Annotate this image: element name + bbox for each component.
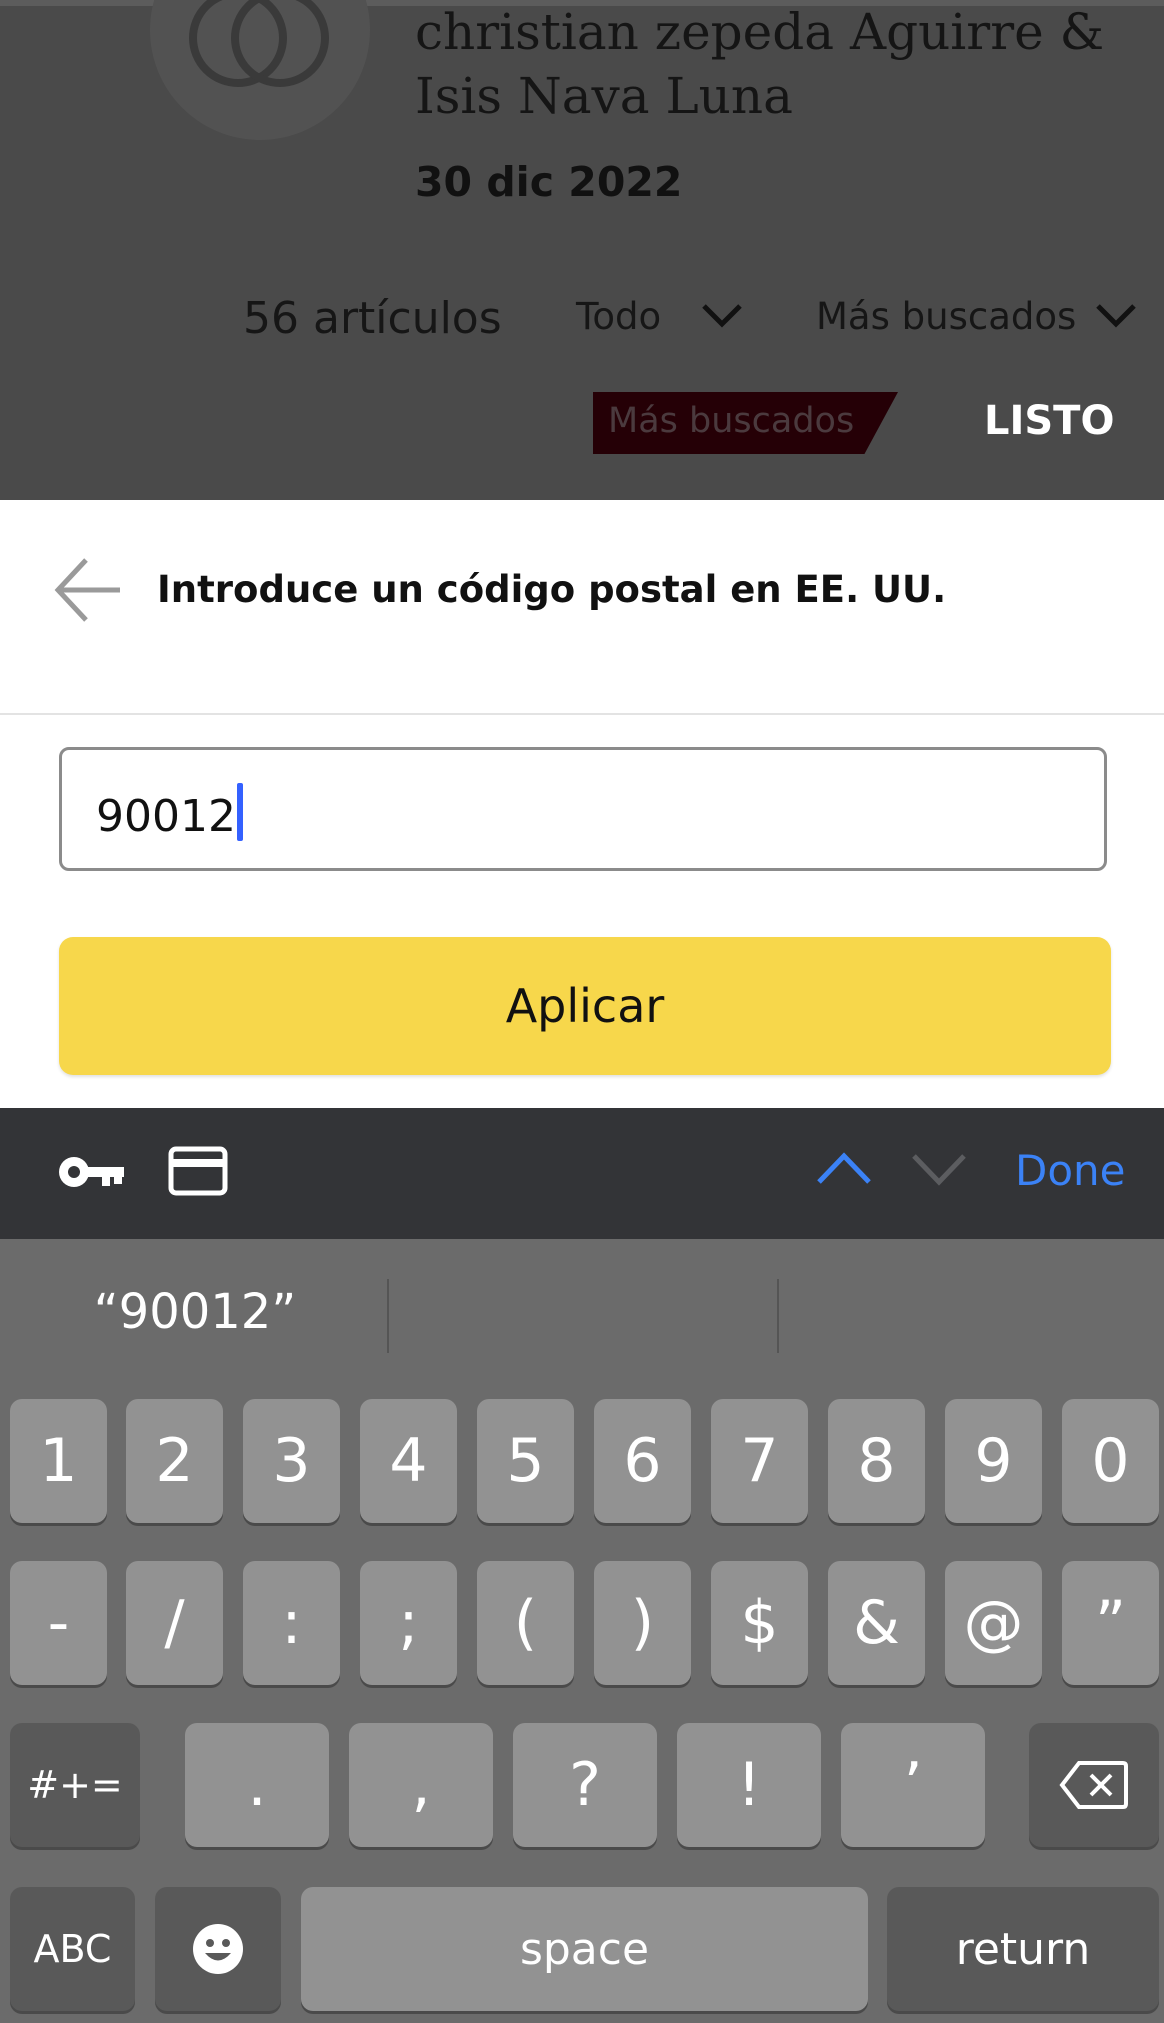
apply-button[interactable]: Aplicar (59, 937, 1111, 1075)
delete-icon (1059, 1761, 1128, 1809)
key-comma[interactable]: , (349, 1723, 493, 1847)
key-at[interactable]: @ (945, 1561, 1042, 1685)
chevron-down-icon[interactable] (700, 302, 744, 330)
autocomplete-suggestion[interactable]: “90012” (0, 1284, 390, 1340)
zip-code-sheet: Introduce un código postal en EE. UU. 90… (0, 500, 1164, 1108)
abc-key[interactable]: ABC (10, 1887, 135, 2011)
key-2[interactable]: 2 (126, 1399, 223, 1523)
done-button[interactable]: LISTO (984, 398, 1114, 444)
key-slash[interactable]: / (126, 1561, 223, 1685)
key-period[interactable]: . (185, 1723, 329, 1847)
key-semicolon[interactable]: ; (360, 1561, 457, 1685)
symbols-toggle-key[interactable]: #+= (10, 1723, 140, 1847)
sort-dropdown-label[interactable]: Más buscados (816, 295, 1076, 338)
key-quote[interactable]: ” (1062, 1561, 1159, 1685)
suggestion-divider (387, 1279, 389, 1353)
key-icon[interactable] (56, 1152, 126, 1192)
key-5[interactable]: 5 (477, 1399, 574, 1523)
text-cursor (236, 783, 243, 841)
key-question[interactable]: ? (513, 1723, 657, 1847)
key-3[interactable]: 3 (243, 1399, 340, 1523)
key-8[interactable]: 8 (828, 1399, 925, 1523)
key-0[interactable]: 0 (1062, 1399, 1159, 1523)
key-hyphen[interactable]: - (10, 1561, 107, 1685)
zip-code-input[interactable]: 90012 (59, 747, 1107, 871)
sheet-title: Introduce un código postal en EE. UU. (157, 568, 947, 611)
chevron-down-icon[interactable] (1094, 302, 1138, 330)
key-9[interactable]: 9 (945, 1399, 1042, 1523)
chevron-down-icon[interactable] (910, 1150, 968, 1186)
sheet-header: Introduce un código postal en EE. UU. (0, 500, 1164, 715)
key-7[interactable]: 7 (711, 1399, 808, 1523)
emoji-key[interactable] (155, 1887, 281, 2011)
key-colon[interactable]: : (243, 1561, 340, 1685)
keyboard-accessory-bar: Done (0, 1108, 1164, 1239)
key-close-paren[interactable]: ) (594, 1561, 691, 1685)
registry-names: christian zepeda Aguirre & Isis Nava Lun… (415, 3, 1105, 125)
key-apostrophe[interactable]: ’ (841, 1723, 985, 1847)
most-wanted-tag-label: Más buscados (608, 401, 855, 441)
key-4[interactable]: 4 (360, 1399, 457, 1523)
background-page: christian zepeda Aguirre & Isis Nava Lun… (0, 0, 1164, 500)
item-count: 56 artículos (243, 293, 502, 344)
back-arrow-icon[interactable] (50, 550, 130, 630)
key-6[interactable]: 6 (594, 1399, 691, 1523)
most-wanted-tag: Más buscados (593, 392, 898, 454)
delete-key[interactable] (1029, 1723, 1159, 1847)
credit-card-icon[interactable] (168, 1146, 228, 1196)
emoji-icon (193, 1924, 243, 1974)
key-open-paren[interactable]: ( (477, 1561, 574, 1685)
space-key[interactable]: space (301, 1887, 868, 2011)
key-dollar[interactable]: $ (711, 1561, 808, 1685)
suggestion-divider (777, 1279, 779, 1353)
registry-date: 30 dic 2022 (415, 158, 683, 206)
key-ampersand[interactable]: & (828, 1561, 925, 1685)
accessory-done-button[interactable]: Done (1015, 1146, 1126, 1195)
filter-dropdown-label[interactable]: Todo (576, 295, 661, 338)
return-key[interactable]: return (887, 1887, 1159, 2011)
key-1[interactable]: 1 (10, 1399, 107, 1523)
numeric-keyboard: “90012” 1 2 3 4 5 6 7 8 9 0 - / : ; ( ) … (0, 1239, 1164, 2023)
zip-code-value[interactable]: 90012 (96, 783, 243, 842)
key-exclamation[interactable]: ! (677, 1723, 821, 1847)
rings-icon (150, 0, 370, 140)
chevron-up-icon[interactable] (815, 1150, 873, 1186)
